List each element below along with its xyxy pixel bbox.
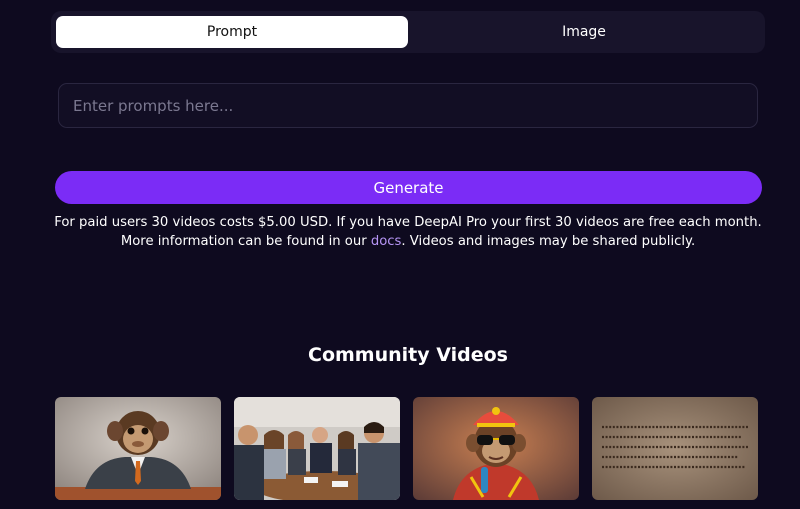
video-thumbnail[interactable]	[234, 397, 400, 500]
video-thumbnail[interactable]	[413, 397, 579, 500]
tab-image[interactable]: Image	[408, 16, 760, 48]
business-meeting-thumbnail	[234, 397, 400, 500]
page: Prompt Image Generate For paid users 30 …	[0, 0, 800, 509]
pricing-info: For paid users 30 videos costs $5.00 USD…	[50, 213, 766, 251]
community-videos-title: Community Videos	[308, 344, 508, 366]
tab-prompt[interactable]: Prompt	[56, 16, 408, 48]
ancient-text-tablet-thumbnail	[592, 397, 758, 500]
mode-tabs: Prompt Image	[51, 11, 765, 53]
monkey-with-sunglasses-thumbnail	[413, 397, 579, 500]
monkey-in-suit-thumbnail	[55, 397, 221, 500]
generate-button[interactable]: Generate	[55, 171, 762, 204]
pricing-info-text-end: . Videos and images may be shared public…	[401, 234, 696, 249]
prompt-input[interactable]	[58, 83, 758, 128]
video-thumbnail[interactable]	[55, 397, 221, 500]
docs-link[interactable]: docs	[371, 234, 402, 249]
video-thumbnail[interactable]	[592, 397, 758, 500]
community-videos-grid	[55, 397, 759, 502]
